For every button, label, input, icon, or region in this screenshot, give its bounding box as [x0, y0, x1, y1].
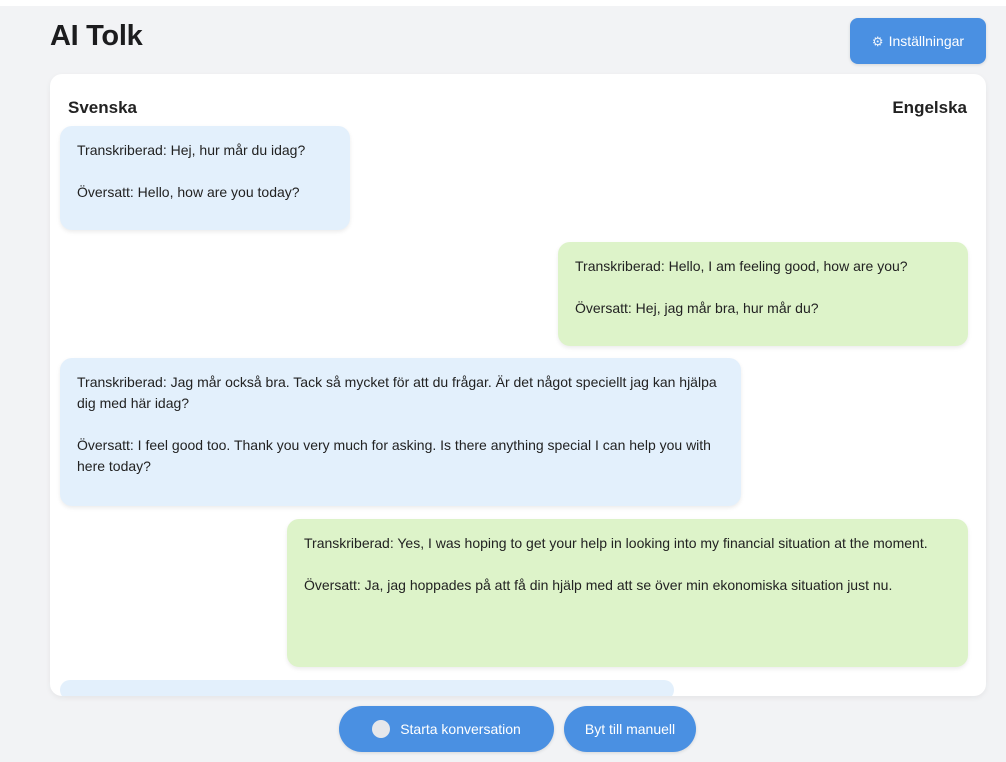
translated-text: Översatt: I feel good too. Thank you ver…: [77, 437, 711, 474]
transcribed-text: Transkriberad: Hello, I am feeling good,…: [575, 258, 908, 274]
message-bubble-partial: [60, 680, 674, 696]
translated-text: Översatt: Hello, how are you today?: [77, 184, 300, 200]
chat-panel[interactable]: Svenska Engelska Transkriberad: Hej, hur…: [50, 74, 986, 696]
source-language-label: Svenska: [68, 98, 137, 117]
transcribed-text: Transkriberad: Yes, I was hoping to get …: [304, 535, 928, 551]
top-strip: [0, 0, 1006, 6]
translated-text: Översatt: Hej, jag mår bra, hur mår du?: [575, 300, 819, 316]
message-bubble-left: Transkriberad: Jag mår också bra. Tack s…: [60, 358, 741, 506]
target-language-label: Engelska: [892, 98, 967, 117]
message-bubble-right: Transkriberad: Yes, I was hoping to get …: [287, 519, 968, 667]
message-bubble-right: Transkriberad: Hello, I am feeling good,…: [558, 242, 968, 346]
start-conversation-button[interactable]: Starta konversation: [339, 706, 554, 752]
switch-to-manual-button[interactable]: Byt till manuell: [564, 706, 696, 752]
transcribed-text: Transkriberad: Jag mår också bra. Tack s…: [77, 374, 717, 411]
switch-to-manual-label: Byt till manuell: [584, 721, 676, 737]
translated-text: Översatt: Ja, jag hoppades på att få din…: [304, 577, 893, 593]
gear-icon: ⚙: [871, 33, 884, 49]
message-bubble-left: Transkriberad: Hej, hur mår du idag? Öve…: [60, 126, 350, 230]
app-title: AI Tolk: [50, 20, 143, 52]
transcribed-text: Transkriberad: Hej, hur mår du idag?: [77, 142, 306, 158]
record-indicator-icon: [372, 720, 391, 738]
settings-button-label: Inställningar: [888, 33, 965, 49]
settings-button[interactable]: ⚙ Inställningar: [850, 18, 986, 64]
start-conversation-label: Starta konversation: [400, 721, 521, 737]
